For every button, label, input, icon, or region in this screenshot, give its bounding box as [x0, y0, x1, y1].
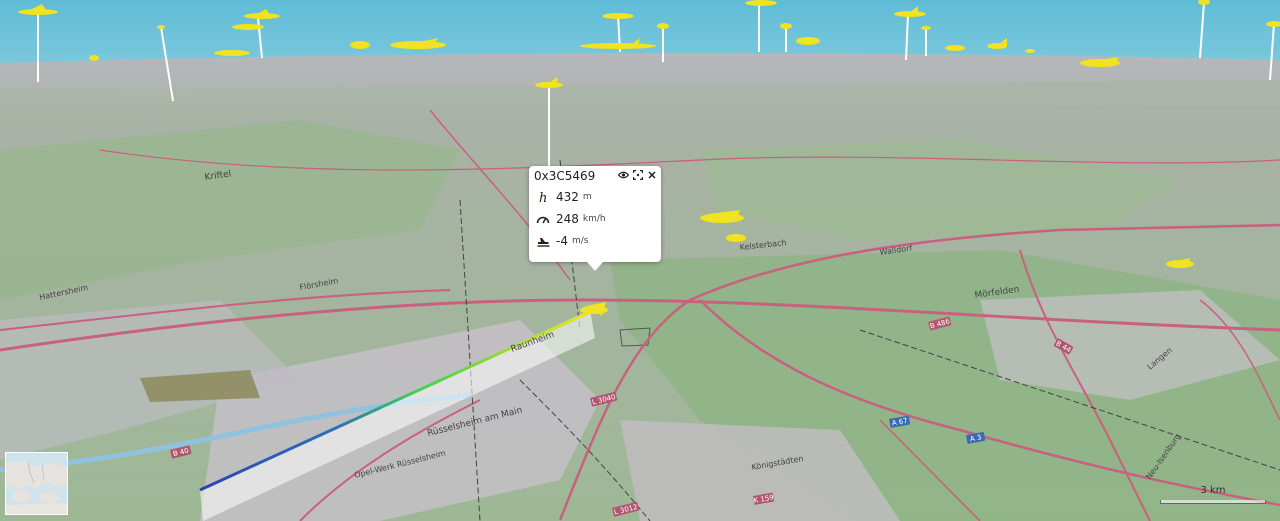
scale-bar-line: [1160, 500, 1266, 504]
altitude-row: h 432 m: [535, 190, 592, 204]
aircraft-marker[interactable]: [1025, 49, 1035, 53]
aircraft-marker[interactable]: [350, 41, 370, 49]
aircraft-marker[interactable]: [796, 37, 820, 45]
overview-minimap[interactable]: [5, 452, 68, 515]
aircraft-marker[interactable]: [89, 55, 99, 61]
svg-text:h: h: [539, 191, 547, 204]
eye-icon[interactable]: [618, 168, 629, 181]
aircraft-marker[interactable]: [232, 24, 264, 30]
speed-row: 248 km/h: [535, 212, 606, 226]
vertical-rate-value: -4: [556, 234, 568, 248]
altitude-icon: h: [535, 190, 551, 204]
speedometer-icon: [535, 212, 551, 226]
scale-bar-label: 3 km: [1200, 485, 1226, 496]
aircraft-marker[interactable]: [945, 45, 965, 51]
speed-value: 248: [556, 212, 579, 226]
focus-icon[interactable]: [632, 168, 643, 181]
scale-bar: 3 km: [1160, 485, 1266, 504]
aircraft-info-popup: 0x3C5469 h 432 m 248 km/h -4 m/s: [529, 166, 661, 271]
climb-rate-icon: [535, 234, 551, 248]
aircraft-callsign: 0x3C5469: [534, 169, 596, 183]
altitude-value: 432: [556, 190, 579, 204]
close-icon[interactable]: [646, 168, 657, 181]
aircraft-marker[interactable]: [214, 50, 250, 56]
vertical-rate-unit: m/s: [571, 236, 589, 246]
vertical-rate-row: -4 m/s: [535, 234, 588, 248]
speed-unit: km/h: [582, 214, 606, 224]
altitude-unit: m: [582, 192, 592, 202]
popup-controls: [618, 168, 657, 181]
